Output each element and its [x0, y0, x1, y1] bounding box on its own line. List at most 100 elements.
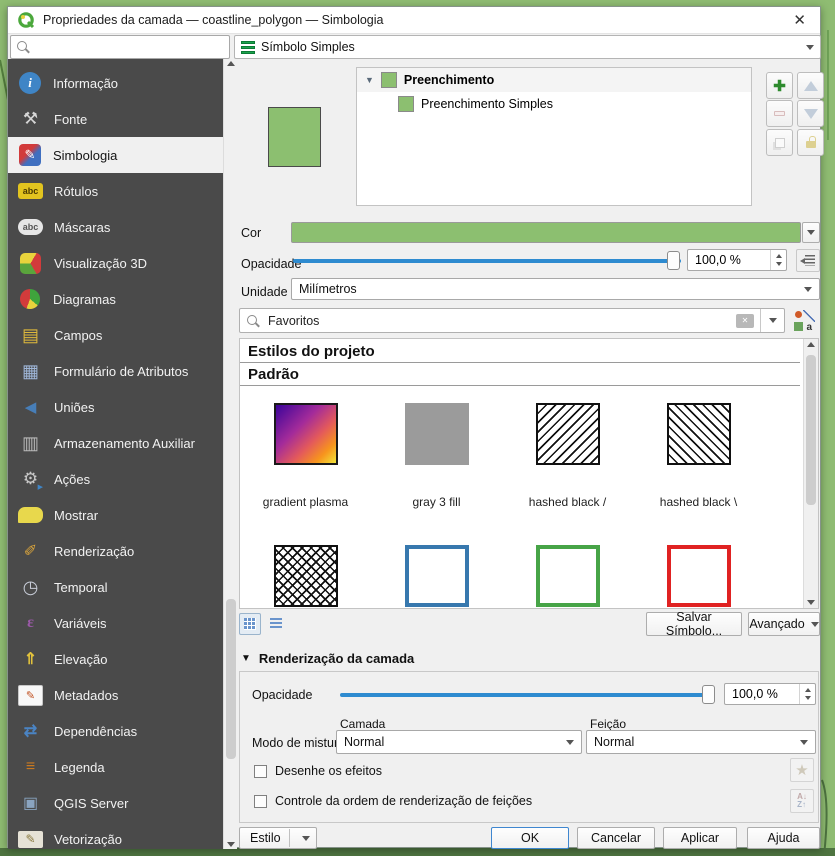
style-item-outline-red[interactable] [633, 545, 764, 607]
spinner-arrows[interactable] [770, 250, 786, 270]
move-up-button[interactable] [797, 72, 824, 99]
attributes-form-icon [18, 359, 43, 383]
style-item-outline-blue[interactable] [371, 545, 502, 607]
sidebar-item-armazenamento-auxiliar[interactable]: Armazenamento Auxiliar [8, 425, 223, 461]
scroll-up-icon[interactable] [807, 342, 815, 347]
cancel-button[interactable]: Cancelar [577, 827, 655, 849]
style-item-hash-forward[interactable]: hashed black / [502, 403, 633, 509]
style-item-label: hashed black / [529, 495, 606, 509]
sidebar-item-rotulos[interactable]: Rótulos [8, 173, 223, 209]
collapse-icon[interactable]: ▼ [241, 653, 251, 664]
digitizing-icon [18, 831, 43, 848]
save-symbol-button[interactable]: Salvar Símbolo... [646, 612, 742, 636]
sidebar-item-qgis-server[interactable]: QGIS Server [8, 785, 223, 821]
sidebar-item-informacao[interactable]: Informação [8, 65, 223, 101]
sidebar-item-acoes[interactable]: Ações [8, 461, 223, 497]
icon-view-toggle[interactable] [239, 613, 261, 635]
symbol-type-combo[interactable]: Símbolo Simples [234, 35, 821, 59]
duplicate-button[interactable] [766, 129, 793, 156]
lock-button[interactable] [797, 129, 824, 156]
opacity-slider[interactable] [293, 259, 681, 263]
sidebar-item-temporal[interactable]: Temporal [8, 569, 223, 605]
scroll-down-icon[interactable] [227, 842, 235, 847]
tree-row-fill[interactable]: ▼ Preenchimento [357, 68, 751, 92]
close-icon[interactable]: ✕ [789, 11, 810, 29]
ok-button[interactable]: OK [491, 827, 569, 849]
draw-effects-checkbox[interactable] [254, 765, 267, 778]
data-defined-override-button[interactable] [796, 249, 820, 272]
style-search-input[interactable] [266, 313, 736, 329]
feature-order-checkbox[interactable] [254, 795, 267, 808]
layer-rendering-header[interactable]: ▼ Renderização da camada [241, 651, 414, 666]
sidebar-item-fonte[interactable]: Fonte [8, 101, 223, 137]
style-item-gradient[interactable]: gradient plasma [240, 403, 371, 509]
sidebar-item-metadados[interactable]: Metadados [8, 677, 223, 713]
layer-opacity-spinbox[interactable]: 100,0 % [724, 683, 816, 705]
sidebar-item-dependencias[interactable]: Dependências [8, 713, 223, 749]
layer-column-label: Camada [340, 717, 385, 731]
style-item-outline-green[interactable] [502, 545, 633, 607]
layer-opacity-slider[interactable] [340, 693, 715, 697]
opacity-spinbox[interactable]: 100,0 % [687, 249, 787, 271]
sidebar-item-unioes[interactable]: Uniões [8, 389, 223, 425]
feature-blend-combo[interactable]: Normal [586, 730, 816, 754]
properties-search[interactable] [10, 35, 230, 59]
apply-button[interactable]: Aplicar [663, 827, 737, 849]
sidebar-item-renderizacao[interactable]: Renderização [8, 533, 223, 569]
sidebar-item-mascaras[interactable]: Máscaras [8, 209, 223, 245]
layer-opacity-slider-handle[interactable] [702, 685, 715, 704]
scroll-up-icon[interactable] [227, 61, 235, 66]
sidebar-item-formulario-de-atributos[interactable]: Formulário de Atributos [8, 353, 223, 389]
temporal-icon [18, 575, 43, 599]
style-menu-dropdown[interactable] [289, 829, 316, 847]
style-menu-button[interactable]: Estilo [239, 827, 317, 849]
properties-search-input[interactable] [35, 39, 229, 55]
style-search-box[interactable]: ✕ [239, 308, 785, 333]
tree-expander-icon[interactable]: ▼ [365, 75, 374, 85]
spin-up-icon[interactable] [776, 254, 782, 258]
window-title: Propriedades da camada — coastline_polyg… [43, 13, 789, 27]
scrollbar-thumb[interactable] [226, 599, 236, 759]
layer-blend-combo[interactable]: Normal [336, 730, 582, 754]
style-item-gray[interactable]: gray 3 fill [371, 403, 502, 509]
styles-scrollbar[interactable] [803, 339, 818, 608]
effects-options-button[interactable]: ★ [790, 758, 814, 782]
color-dropdown-button[interactable] [802, 222, 820, 243]
scroll-down-icon[interactable] [807, 600, 815, 605]
spin-down-icon[interactable] [776, 262, 782, 266]
title-bar[interactable]: Propriedades da camada — coastline_polyg… [8, 7, 820, 34]
sidebar-item-label: Variáveis [54, 616, 107, 631]
unit-combo[interactable]: Milímetros [291, 278, 820, 300]
remove-symbol-layer-button[interactable] [766, 100, 793, 127]
spinner-arrows[interactable] [799, 684, 815, 704]
sidebar-item-simbologia[interactable]: Simbologia [8, 137, 223, 173]
sidebar-item-legenda[interactable]: Legenda [8, 749, 223, 785]
search-filter-dropdown[interactable] [760, 309, 784, 332]
sidebar-item-variaveis[interactable]: Variáveis [8, 605, 223, 641]
help-button[interactable]: Ajuda [747, 827, 820, 849]
style-item-hash-backward[interactable]: hashed black \ [633, 403, 764, 509]
sidebar-item-label: Dependências [54, 724, 137, 739]
sidebar-scrollbar[interactable] [223, 59, 237, 849]
scrollbar-thumb[interactable] [806, 355, 816, 505]
sidebar-item-visualizacao-3d[interactable]: Visualização 3D [8, 245, 223, 281]
advanced-button[interactable]: Avançado [748, 612, 820, 636]
tree-row-simple-fill[interactable]: Preenchimento Simples [357, 92, 751, 116]
sidebar-item-campos[interactable]: Campos [8, 317, 223, 353]
clear-search-icon[interactable]: ✕ [736, 314, 754, 328]
sidebar-item-elevacao[interactable]: Elevação [8, 641, 223, 677]
sidebar-item-mostrar[interactable]: Mostrar [8, 497, 223, 533]
sidebar-item-diagramas[interactable]: Diagramas [8, 281, 223, 317]
style-swatch-gradient [274, 403, 338, 465]
list-view-toggle[interactable] [265, 613, 287, 635]
add-symbol-layer-button[interactable]: ✚ [766, 72, 793, 99]
feature-order-options-button[interactable]: A↓Z↑ [790, 789, 814, 813]
sidebar-item-vetorizacao[interactable]: Vetorização [8, 821, 223, 849]
color-button[interactable] [291, 222, 801, 243]
opacity-slider-handle[interactable] [667, 251, 680, 270]
move-down-button[interactable] [797, 100, 824, 127]
style-item-crosshatch[interactable] [240, 545, 371, 607]
spin-down-icon[interactable] [805, 696, 811, 700]
style-manager-icon[interactable] [793, 310, 815, 332]
spin-up-icon[interactable] [805, 688, 811, 692]
